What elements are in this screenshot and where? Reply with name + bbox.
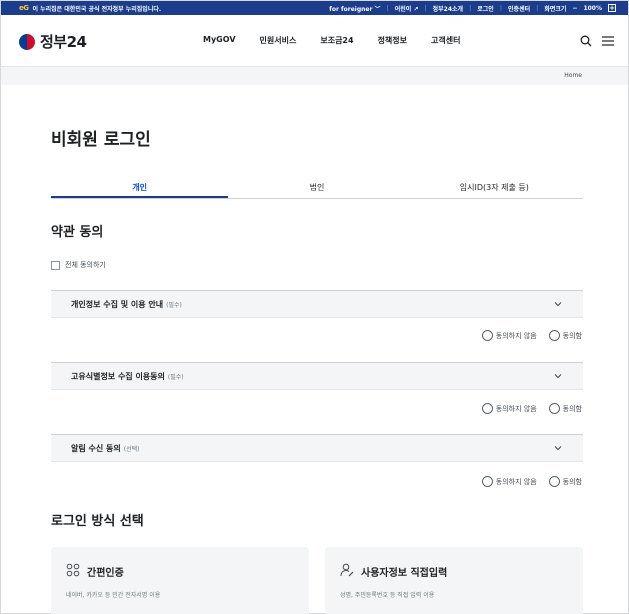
terms-accordion-privacy[interactable]: 개인정보 수집 및 이용 안내 (필수) xyxy=(51,290,583,318)
egov-badge-icon: eG xyxy=(19,4,29,12)
tab-individual[interactable]: 개인 xyxy=(51,179,229,198)
unique-id-disagree-radio[interactable]: 동의하지 않음 xyxy=(481,403,537,414)
radio-circle[interactable] xyxy=(548,403,560,414)
site-header: 정부24 MyGOV 민원서비스 보조금24 정책정보 고객센터 xyxy=(1,15,628,67)
chevron-down-icon xyxy=(554,446,562,451)
external-link-icon: ↗ xyxy=(413,5,419,13)
taegeuk-logo-icon xyxy=(19,33,35,50)
tab-corporation[interactable]: 법인 xyxy=(228,179,405,198)
zoom-plus-button[interactable]: + xyxy=(608,4,616,12)
agree-all-checkbox-label[interactable]: 전체 동의하기 xyxy=(51,260,106,270)
nav-item-mygov[interactable]: MyGOV xyxy=(203,35,236,46)
notification-disagree-radio[interactable]: 동의하지 않음 xyxy=(481,476,537,487)
radio-circle[interactable] xyxy=(481,330,493,341)
terms-accordion-notification[interactable]: 알림 수신 동의 (선택) xyxy=(51,434,583,462)
for-foreigner-link[interactable]: for foreigner ﹀ xyxy=(329,4,380,13)
direct-input-card[interactable]: 사용자정보 직접입력 성명, 주민등록번호 등 직접 입력 이용 xyxy=(325,547,583,614)
unique-id-consent-radios: 동의하지 않음 동의함 xyxy=(481,403,582,414)
search-icon[interactable] xyxy=(580,35,592,47)
privacy-disagree-radio[interactable]: 동의하지 않음 xyxy=(481,330,537,341)
chevron-down-icon xyxy=(554,374,562,379)
cert-center-link[interactable]: 인증센터 xyxy=(508,4,530,13)
login-method-title: 로그인 방식 선택 xyxy=(51,514,144,529)
notification-consent-radios: 동의하지 않음 동의함 xyxy=(481,476,582,487)
login-link[interactable]: 로그인 xyxy=(477,4,494,13)
main-nav: MyGOV 민원서비스 보조금24 정책정보 고객센터 xyxy=(203,35,460,46)
hamburger-menu-icon[interactable] xyxy=(602,36,614,46)
chevron-down-icon: ﹀ xyxy=(374,5,381,13)
gov-notice-bar: eG 이 누리집은 대한민국 공식 전자정부 누리집입니다. for forei… xyxy=(1,1,628,15)
kids-link[interactable]: 어린이 ↗ xyxy=(395,4,419,13)
login-type-tabs: 개인 법인 임시ID(3자 제출 등) xyxy=(51,179,583,199)
nav-item-subsidy[interactable]: 보조금24 xyxy=(320,35,353,46)
user-edit-icon xyxy=(340,563,354,577)
nav-item-policy[interactable]: 정책정보 xyxy=(378,35,407,46)
simple-auth-icon xyxy=(66,563,80,577)
zoom-level: 100% xyxy=(583,4,602,12)
simple-auth-card[interactable]: 간편인증 네이버, 카카오 등 민간 전자서명 이용 xyxy=(51,547,309,614)
notification-agree-radio[interactable]: 동의함 xyxy=(548,476,582,487)
page-title: 비회원 로그인 xyxy=(51,130,151,150)
nav-item-civil-service[interactable]: 민원서비스 xyxy=(260,35,297,46)
tab-temporary-id[interactable]: 임시ID(3자 제출 등) xyxy=(406,179,583,198)
about-link[interactable]: 정부24소개 xyxy=(433,4,463,13)
unique-id-agree-radio[interactable]: 동의함 xyxy=(548,403,582,414)
gov-notice-text: 이 누리집은 대한민국 공식 전자정부 누리집입니다. xyxy=(32,5,162,13)
radio-circle[interactable] xyxy=(481,476,493,487)
breadcrumb-home-link[interactable]: Home xyxy=(564,72,582,79)
zoom-minus-button[interactable]: − xyxy=(572,5,577,12)
radio-circle[interactable] xyxy=(548,330,560,341)
privacy-consent-radios: 동의하지 않음 동의함 xyxy=(481,330,582,341)
terms-accordion-unique-id[interactable]: 고유식별정보 수집 이용동의 (필수) xyxy=(51,362,583,390)
privacy-agree-radio[interactable]: 동의함 xyxy=(548,330,582,341)
zoom-label: 화면크기 xyxy=(544,5,567,13)
radio-circle[interactable] xyxy=(548,476,560,487)
chevron-down-icon xyxy=(554,302,562,307)
breadcrumb: Home xyxy=(1,67,628,85)
site-logo[interactable]: 정부24 xyxy=(19,31,87,52)
agree-all-checkbox[interactable] xyxy=(51,260,60,270)
utility-links: for foreigner ﹀ | 어린이 ↗ | 정부24소개 | 로그인 |… xyxy=(329,4,616,13)
terms-section-title: 약관 동의 xyxy=(51,225,104,240)
nav-item-customer-center[interactable]: 고객센터 xyxy=(431,35,460,46)
radio-circle[interactable] xyxy=(481,403,493,414)
